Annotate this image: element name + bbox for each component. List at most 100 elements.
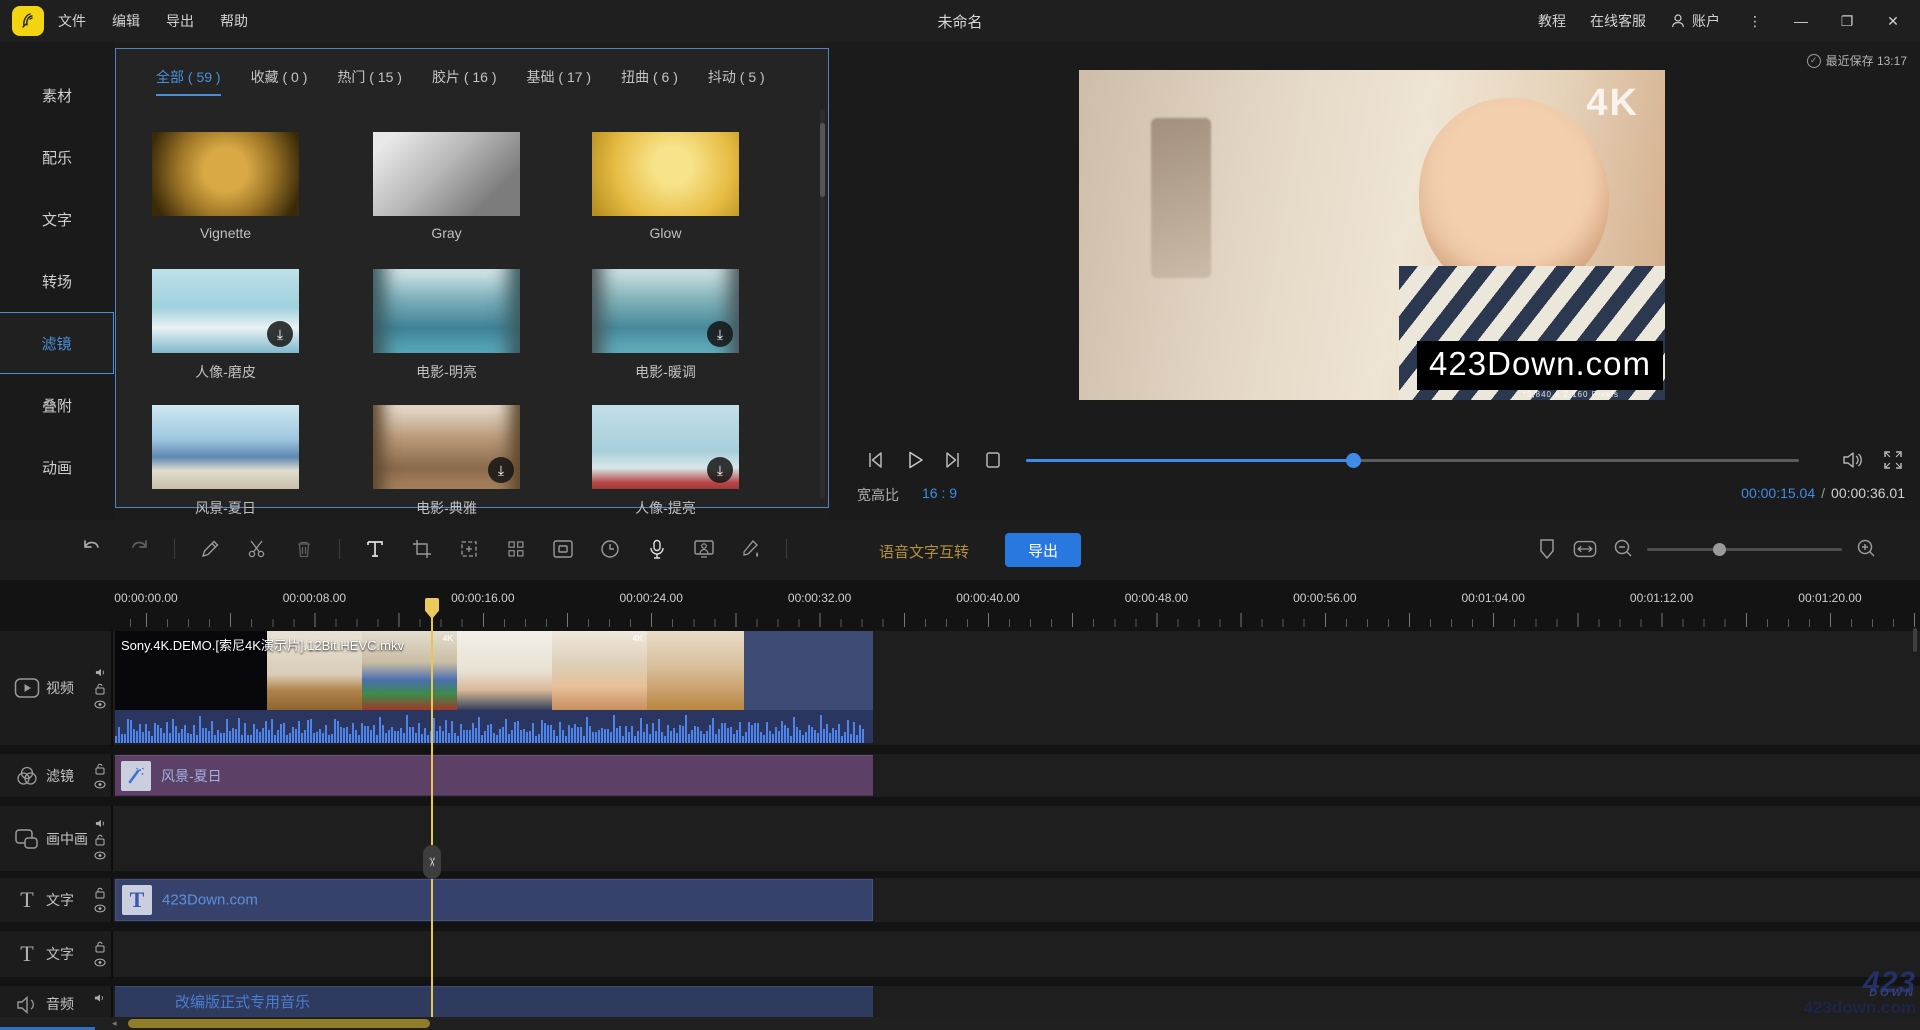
filter-item-0[interactable]: Vignette [152,132,299,241]
filter-tab-4[interactable]: 基础 ( 17 ) [527,67,592,96]
seek-handle[interactable] [1346,453,1361,468]
zoom-out-icon[interactable] [1611,537,1635,561]
aspect-ratio-value[interactable]: 16 : 9 [922,485,957,501]
volume-icon[interactable] [1838,447,1864,473]
mosaic-icon[interactable] [504,537,528,561]
style-icon[interactable] [739,537,763,561]
filter-item-6[interactable]: 风景-夏日 [152,405,299,518]
tutorial-link[interactable]: 教程 [1538,11,1566,31]
sidebar-item-4[interactable]: 滤镜 [0,312,114,374]
menu-file[interactable]: 文件 [58,11,86,31]
sidebar-item-0[interactable]: 素材 [0,64,114,126]
scrollbar-thumb[interactable] [128,1019,430,1028]
timeline-zoom-slider[interactable] [1647,548,1842,551]
app-logo-icon[interactable] [12,6,44,36]
sidebar-item-1[interactable]: 配乐 [0,126,114,188]
maximize-button[interactable]: ❐ [1836,13,1858,30]
fullscreen-icon[interactable] [1880,447,1906,473]
download-icon[interactable]: ⤓ [488,457,514,483]
download-icon[interactable]: ⤓ [267,321,293,347]
text-icon[interactable] [363,537,387,561]
filter-thumbnail[interactable] [373,269,520,353]
export-button[interactable]: 导出 [1005,533,1081,567]
record-icon[interactable] [645,537,669,561]
edit-icon[interactable] [198,537,222,561]
filter-item-5[interactable]: ⤓电影-暖调 [592,269,739,382]
visibility-icon[interactable] [94,700,106,709]
stop-button[interactable] [980,447,1006,473]
filter-thumbnail[interactable]: ⤓ [373,405,520,489]
track-header-pip[interactable]: 画中画 [0,806,113,871]
online-support-link[interactable]: 在线客服 [1590,11,1646,31]
track-header-text-1[interactable]: T 文字 [0,878,113,922]
lock-icon[interactable] [95,683,105,695]
menu-export[interactable]: 导出 [166,11,194,31]
sidebar-item-6[interactable]: 动画 [0,436,114,498]
playhead-line[interactable] [431,614,433,1018]
pip-icon[interactable] [551,537,575,561]
text-clip[interactable]: T 423Down.com [115,879,873,921]
filter-tab-6[interactable]: 抖动 ( 5 ) [708,67,765,96]
mute-icon[interactable] [95,667,106,678]
account-button[interactable]: 账户 [1670,11,1720,31]
mute-icon[interactable] [94,993,105,1004]
filter-tab-5[interactable]: 扭曲 ( 6 ) [621,67,678,96]
freeze-frame-icon[interactable] [457,537,481,561]
seek-bar[interactable] [1026,459,1799,462]
filter-item-4[interactable]: 电影-明亮 [373,269,520,382]
filter-item-7[interactable]: ⤓电影-典雅 [373,405,520,518]
duration-icon[interactable] [598,537,622,561]
visibility-icon[interactable] [94,904,106,913]
redo-icon[interactable] [127,537,151,561]
video-clip[interactable]: 4K4K Sony.4K.DEMO.[索尼4K演示片].12Bit.HEVC.m… [115,631,873,743]
filter-item-2[interactable]: Glow [592,132,739,241]
filter-tab-3[interactable]: 胶片 ( 16 ) [432,67,497,96]
track-header-video[interactable]: 视频 [0,631,113,745]
track-header-audio[interactable]: 音频 [0,986,113,1017]
lock-icon[interactable] [95,834,105,846]
trash-icon[interactable] [292,537,316,561]
filter-thumbnail[interactable] [592,132,739,216]
previous-frame-button[interactable] [862,447,888,473]
playhead-split-handle[interactable]: ✂ [423,845,441,879]
visibility-icon[interactable] [94,958,106,967]
timeline-horizontal-scrollbar[interactable]: ◂ [0,1017,1920,1030]
audio-clip[interactable]: 改编版正式专用音乐 [115,986,873,1020]
download-icon[interactable]: ⤓ [707,321,733,347]
fit-timeline-icon[interactable] [1573,537,1597,561]
download-icon[interactable]: ⤓ [707,457,733,483]
lock-icon[interactable] [95,887,105,899]
filter-tab-1[interactable]: 收藏 ( 0 ) [251,67,308,96]
more-menu-icon[interactable]: ⋮ [1744,13,1766,30]
crop-icon[interactable] [410,537,434,561]
sidebar-item-5[interactable]: 叠附 [0,374,114,436]
filter-thumbnail[interactable] [373,132,520,216]
filter-thumbnail[interactable] [152,405,299,489]
filter-thumbnail[interactable]: ⤓ [152,269,299,353]
sidebar-item-2[interactable]: 文字 [0,188,114,250]
zoom-in-icon[interactable] [1854,537,1878,561]
scroll-left-arrow[interactable]: ◂ [112,1018,117,1029]
close-button[interactable]: ✕ [1882,13,1904,30]
lock-icon[interactable] [95,941,105,953]
timeline-ruler[interactable]: 00:00:00.0000:00:08.0000:00:16.0000:00:2… [115,585,1920,628]
chroma-key-icon[interactable] [692,537,716,561]
filter-thumbnail[interactable]: ⤓ [592,269,739,353]
sidebar-item-3[interactable]: 转场 [0,250,114,312]
zoom-slider-handle[interactable] [1713,543,1726,556]
marker-icon[interactable] [1535,537,1559,561]
timeline-vertical-scrollbar[interactable] [1913,628,1917,652]
menu-edit[interactable]: 编辑 [112,11,140,31]
filter-item-1[interactable]: Gray [373,132,520,241]
undo-icon[interactable] [80,537,104,561]
speech-to-text-button[interactable]: 语音文字互转 [879,541,969,562]
filter-tab-0[interactable]: 全部 ( 59 ) [156,67,221,96]
next-frame-button[interactable] [940,447,966,473]
play-button[interactable] [902,447,928,473]
visibility-icon[interactable] [94,780,106,789]
filter-tab-2[interactable]: 热门 ( 15 ) [337,67,402,96]
visibility-icon[interactable] [94,851,106,860]
filter-thumbnail[interactable]: ⤓ [592,405,739,489]
lock-icon[interactable] [95,763,105,775]
menu-help[interactable]: 帮助 [220,11,248,31]
